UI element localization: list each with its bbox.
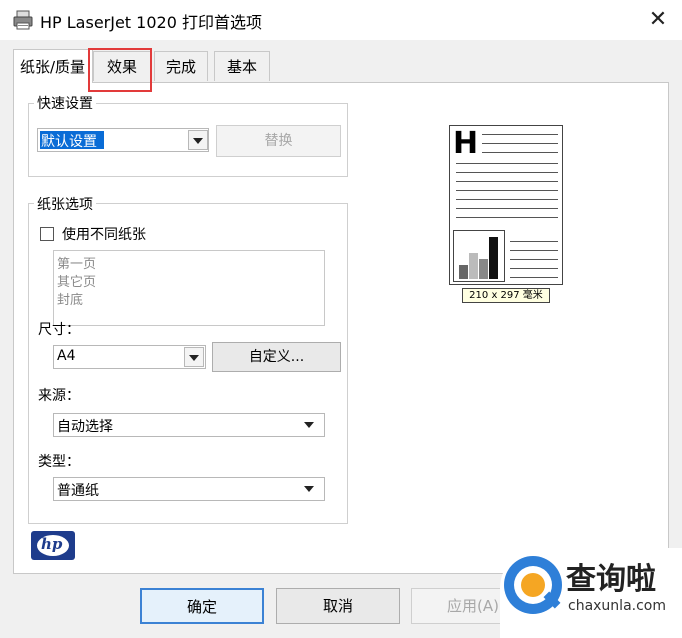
printer-icon (13, 10, 33, 30)
hp-logo-text: hp (41, 535, 63, 553)
preview-heading-letter: H (453, 126, 479, 161)
type-label: 类型： (38, 454, 80, 470)
replace-button[interactable]: 替换 (216, 125, 341, 157)
type-select[interactable]: 普通纸 (53, 477, 325, 501)
watermark-title: 查询啦 (566, 562, 656, 597)
paper-options-legend: 纸张选项 (34, 194, 96, 214)
dropdown-button[interactable] (184, 347, 204, 367)
chevron-down-icon (304, 486, 314, 492)
chevron-down-icon (189, 355, 199, 361)
quick-settings-legend: 快速设置 (34, 93, 96, 113)
dropdown-button[interactable] (188, 130, 208, 150)
title-bar: HP LaserJet 1020 打印首选项 ✕ (0, 0, 682, 40)
ok-button[interactable]: 确定 (140, 588, 264, 624)
type-value: 普通纸 (57, 483, 99, 499)
size-value: A4 (57, 348, 76, 364)
list-item[interactable]: 第一页 (57, 253, 96, 272)
use-different-paper-label: 使用不同纸张 (62, 227, 146, 243)
paper-size-readout: 210 x 297 毫米 (462, 288, 550, 303)
chevron-down-icon (304, 422, 314, 428)
tab-paper-quality[interactable]: 纸张/质量 (13, 49, 93, 83)
chevron-down-icon (193, 138, 203, 144)
pages-list[interactable]: 第一页 其它页 封底 (53, 250, 325, 326)
quick-settings-select[interactable]: 默认设置 (37, 128, 209, 152)
list-item[interactable]: 其它页 (57, 271, 96, 290)
watermark: 查询啦 chaxunla.com (500, 548, 682, 638)
tab-finishing[interactable]: 完成 (154, 51, 208, 81)
size-select[interactable]: A4 (53, 345, 206, 369)
source-select[interactable]: 自动选择 (53, 413, 325, 437)
highlight-box (88, 48, 152, 92)
size-label: 尺寸： (38, 322, 80, 338)
list-item[interactable]: 封底 (57, 289, 83, 308)
preview-chart (453, 230, 505, 282)
hp-logo: hp (31, 531, 75, 560)
source-value: 自动选择 (57, 419, 113, 435)
cancel-button[interactable]: 取消 (276, 588, 400, 624)
tab-basics[interactable]: 基本 (214, 51, 270, 81)
use-different-paper-checkbox[interactable] (40, 227, 54, 241)
window-title: HP LaserJet 1020 打印首选项 (40, 13, 262, 32)
page-preview: H (449, 125, 563, 285)
source-label: 来源： (38, 388, 80, 404)
close-button[interactable]: ✕ (640, 4, 676, 36)
custom-size-button[interactable]: 自定义... (212, 342, 341, 372)
watermark-url: chaxunla.com (568, 598, 666, 614)
close-icon: ✕ (648, 7, 668, 32)
magnifier-icon (504, 556, 562, 614)
quick-settings-value: 默认设置 (41, 134, 97, 150)
